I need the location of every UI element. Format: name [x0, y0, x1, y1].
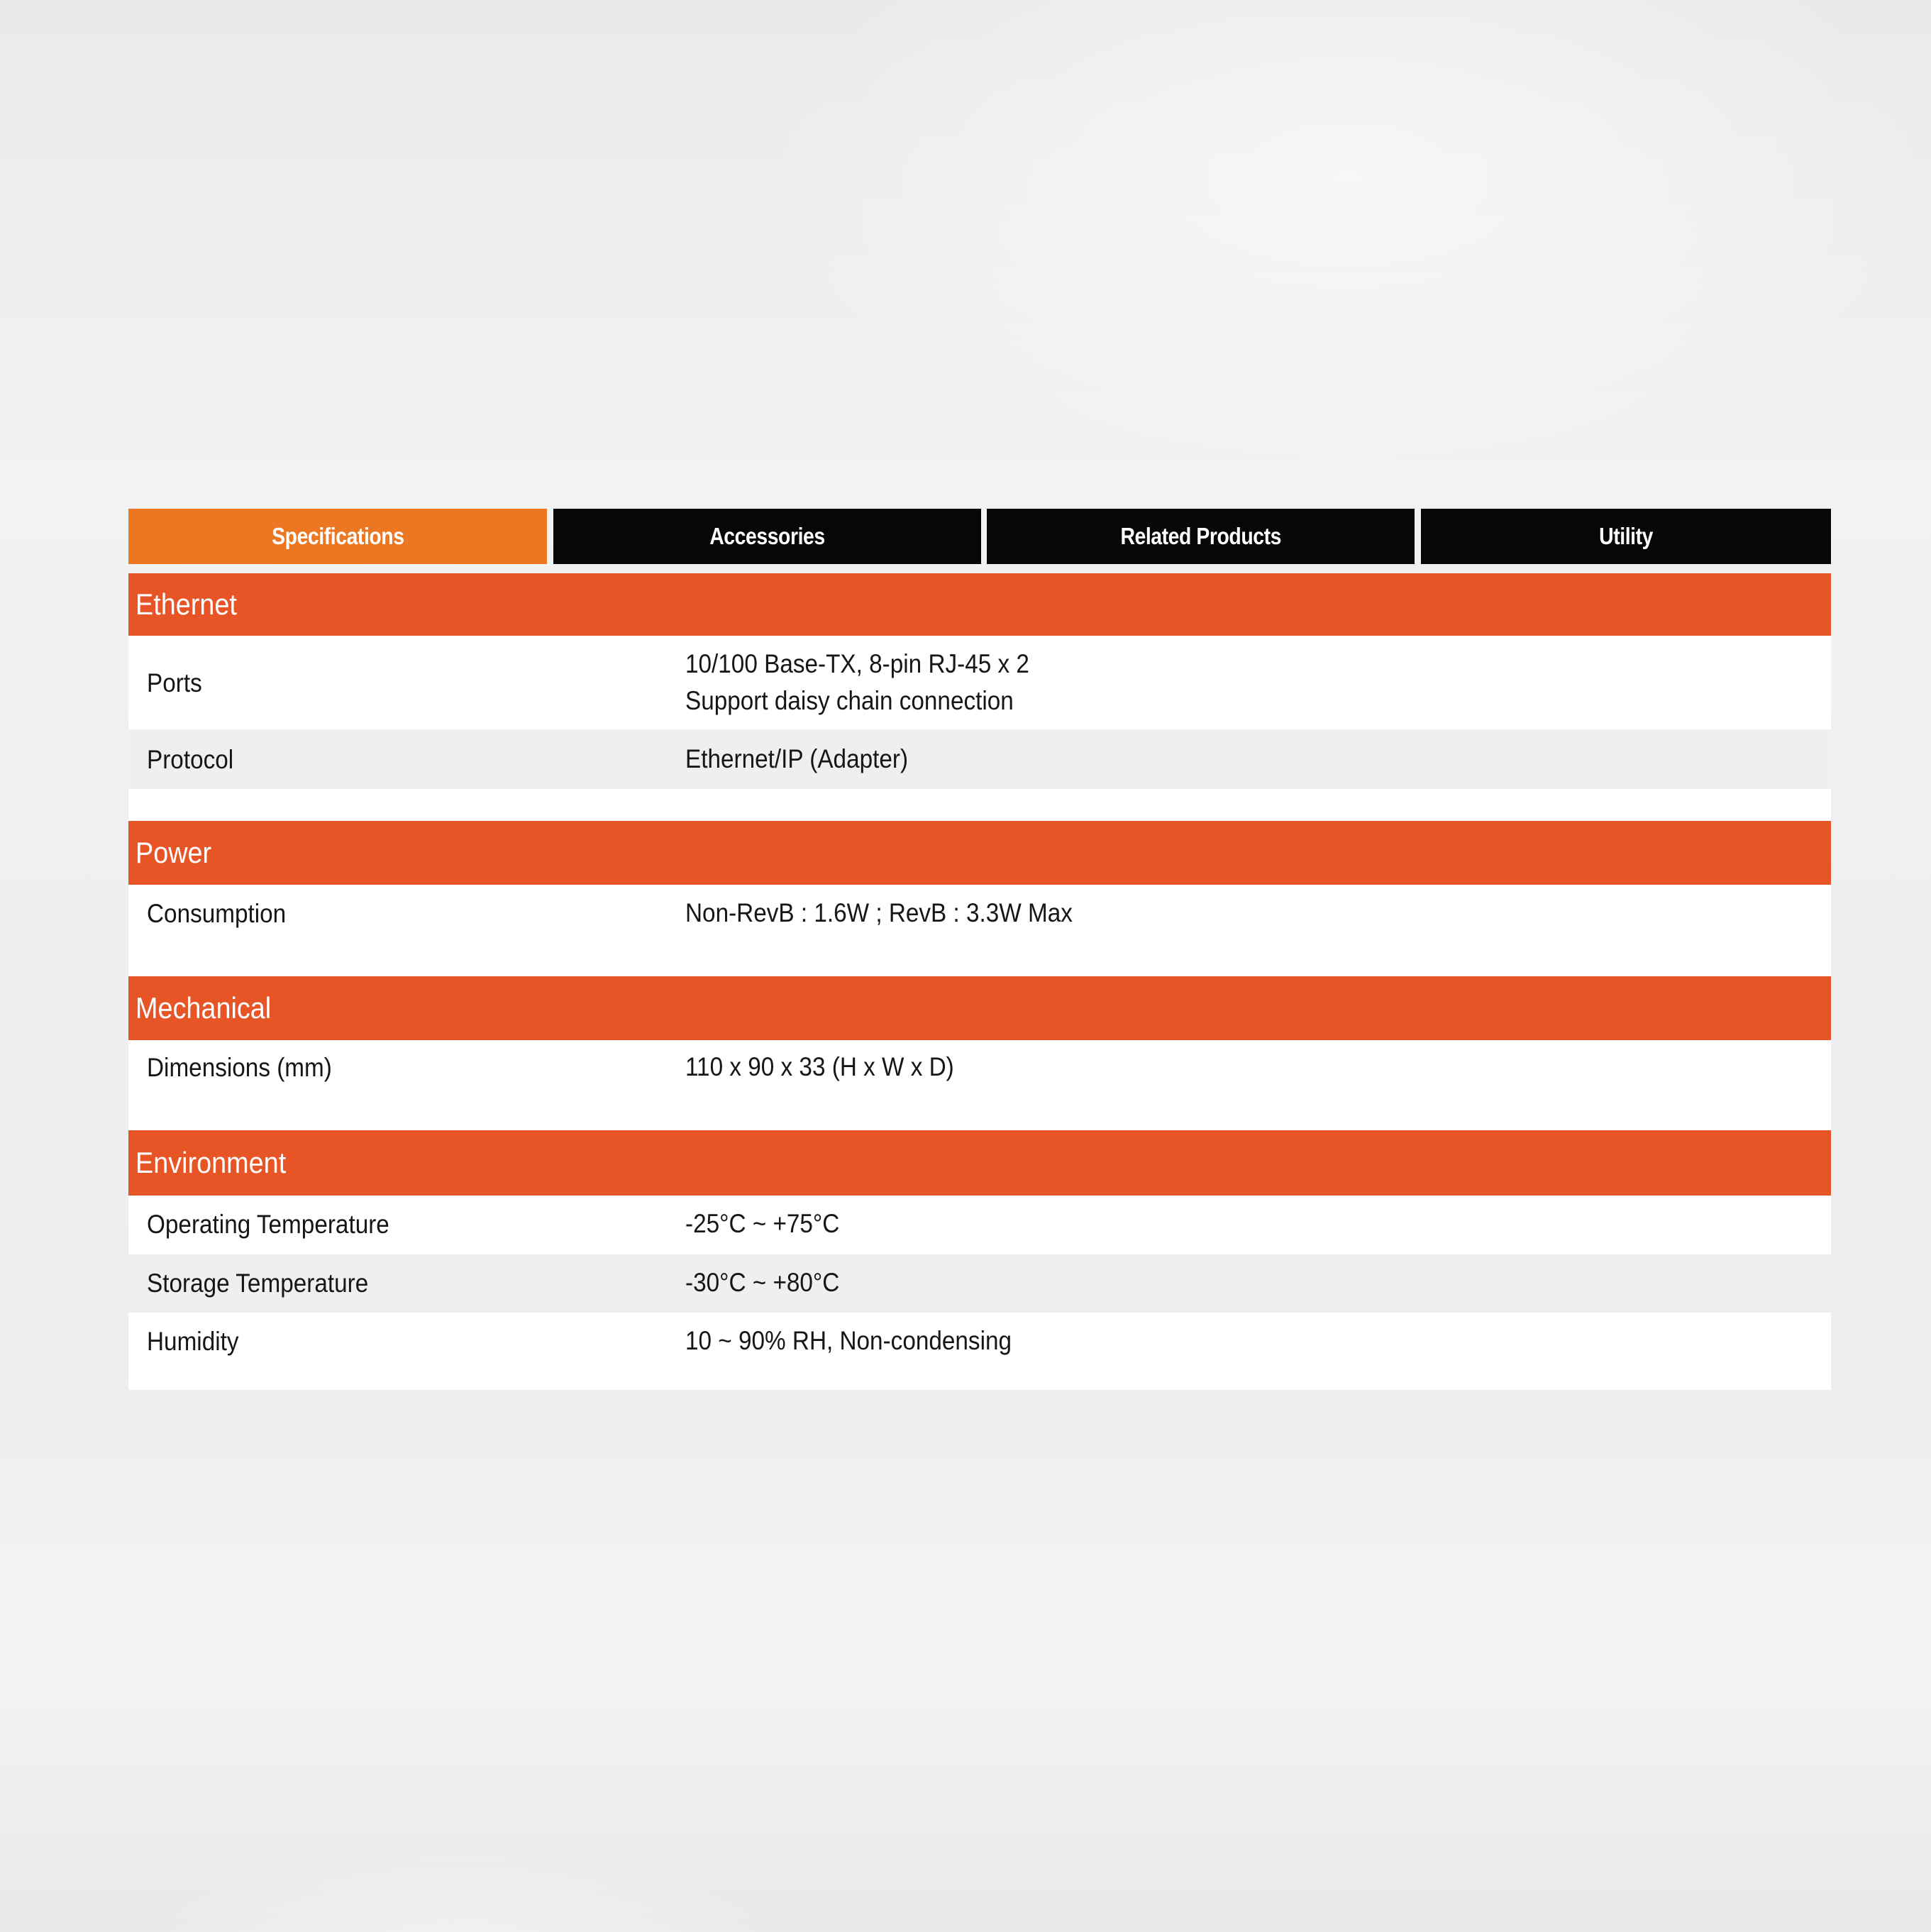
spec-value: 10 ~ 90% RH, Non-condensing	[685, 1326, 1012, 1355]
spec-value: Ethernet/IP (Adapter)	[685, 744, 909, 773]
spec-row-humidity: Humidity 10 ~ 90% RH, Non-condensing	[128, 1313, 1831, 1390]
tab-bar: Specifications Accessories Related Produ…	[128, 509, 1831, 564]
section-spacer	[128, 789, 1831, 821]
spec-value: 110 x 90 x 33 (H x W x D)	[685, 1052, 954, 1081]
spec-row-dimensions: Dimensions (mm) 110 x 90 x 33 (H x W x D…	[128, 1040, 1831, 1130]
spec-value: 10/100 Base-TX, 8-pin RJ-45 x 2 Support …	[685, 649, 1029, 715]
spec-row-storage-temperature: Storage Temperature -30°C ~ +80°C	[128, 1254, 1831, 1313]
tab-utility[interactable]: Utility	[1421, 509, 1831, 564]
tab-specifications[interactable]: Specifications	[128, 509, 547, 564]
spec-label: Consumption	[147, 899, 287, 928]
spec-label: Operating Temperature	[147, 1210, 389, 1239]
spec-value: Non-RevB : 1.6W ; RevB : 3.3W Max	[685, 898, 1073, 927]
section-header-power: Power	[128, 821, 1831, 885]
spec-row-operating-temperature: Operating Temperature -25°C ~ +75°C	[128, 1196, 1831, 1254]
spec-value: -25°C ~ +75°C	[685, 1209, 840, 1238]
section-header-mechanical: Mechanical	[128, 976, 1831, 1040]
spec-label: Humidity	[147, 1327, 239, 1356]
spec-label: Dimensions (mm)	[147, 1053, 332, 1082]
section-header-ethernet: Ethernet	[128, 573, 1831, 636]
spec-row-ports: Ports 10/100 Base-TX, 8-pin RJ-45 x 2 Su…	[128, 636, 1831, 729]
spec-label: Ports	[147, 668, 202, 697]
spec-label: Protocol	[147, 745, 234, 774]
spec-value: -30°C ~ +80°C	[685, 1268, 840, 1297]
tab-accessories[interactable]: Accessories	[553, 509, 981, 564]
spec-row-protocol: Protocol Ethernet/IP (Adapter)	[128, 729, 1831, 789]
section-header-environment: Environment	[128, 1130, 1831, 1196]
spec-label: Storage Temperature	[147, 1269, 369, 1298]
specifications-table: Ethernet Ports 10/100 Base-TX, 8-pin RJ-…	[128, 573, 1831, 1390]
spec-row-consumption: Consumption Non-RevB : 1.6W ; RevB : 3.3…	[128, 885, 1831, 976]
tab-related-products[interactable]: Related Products	[987, 509, 1415, 564]
